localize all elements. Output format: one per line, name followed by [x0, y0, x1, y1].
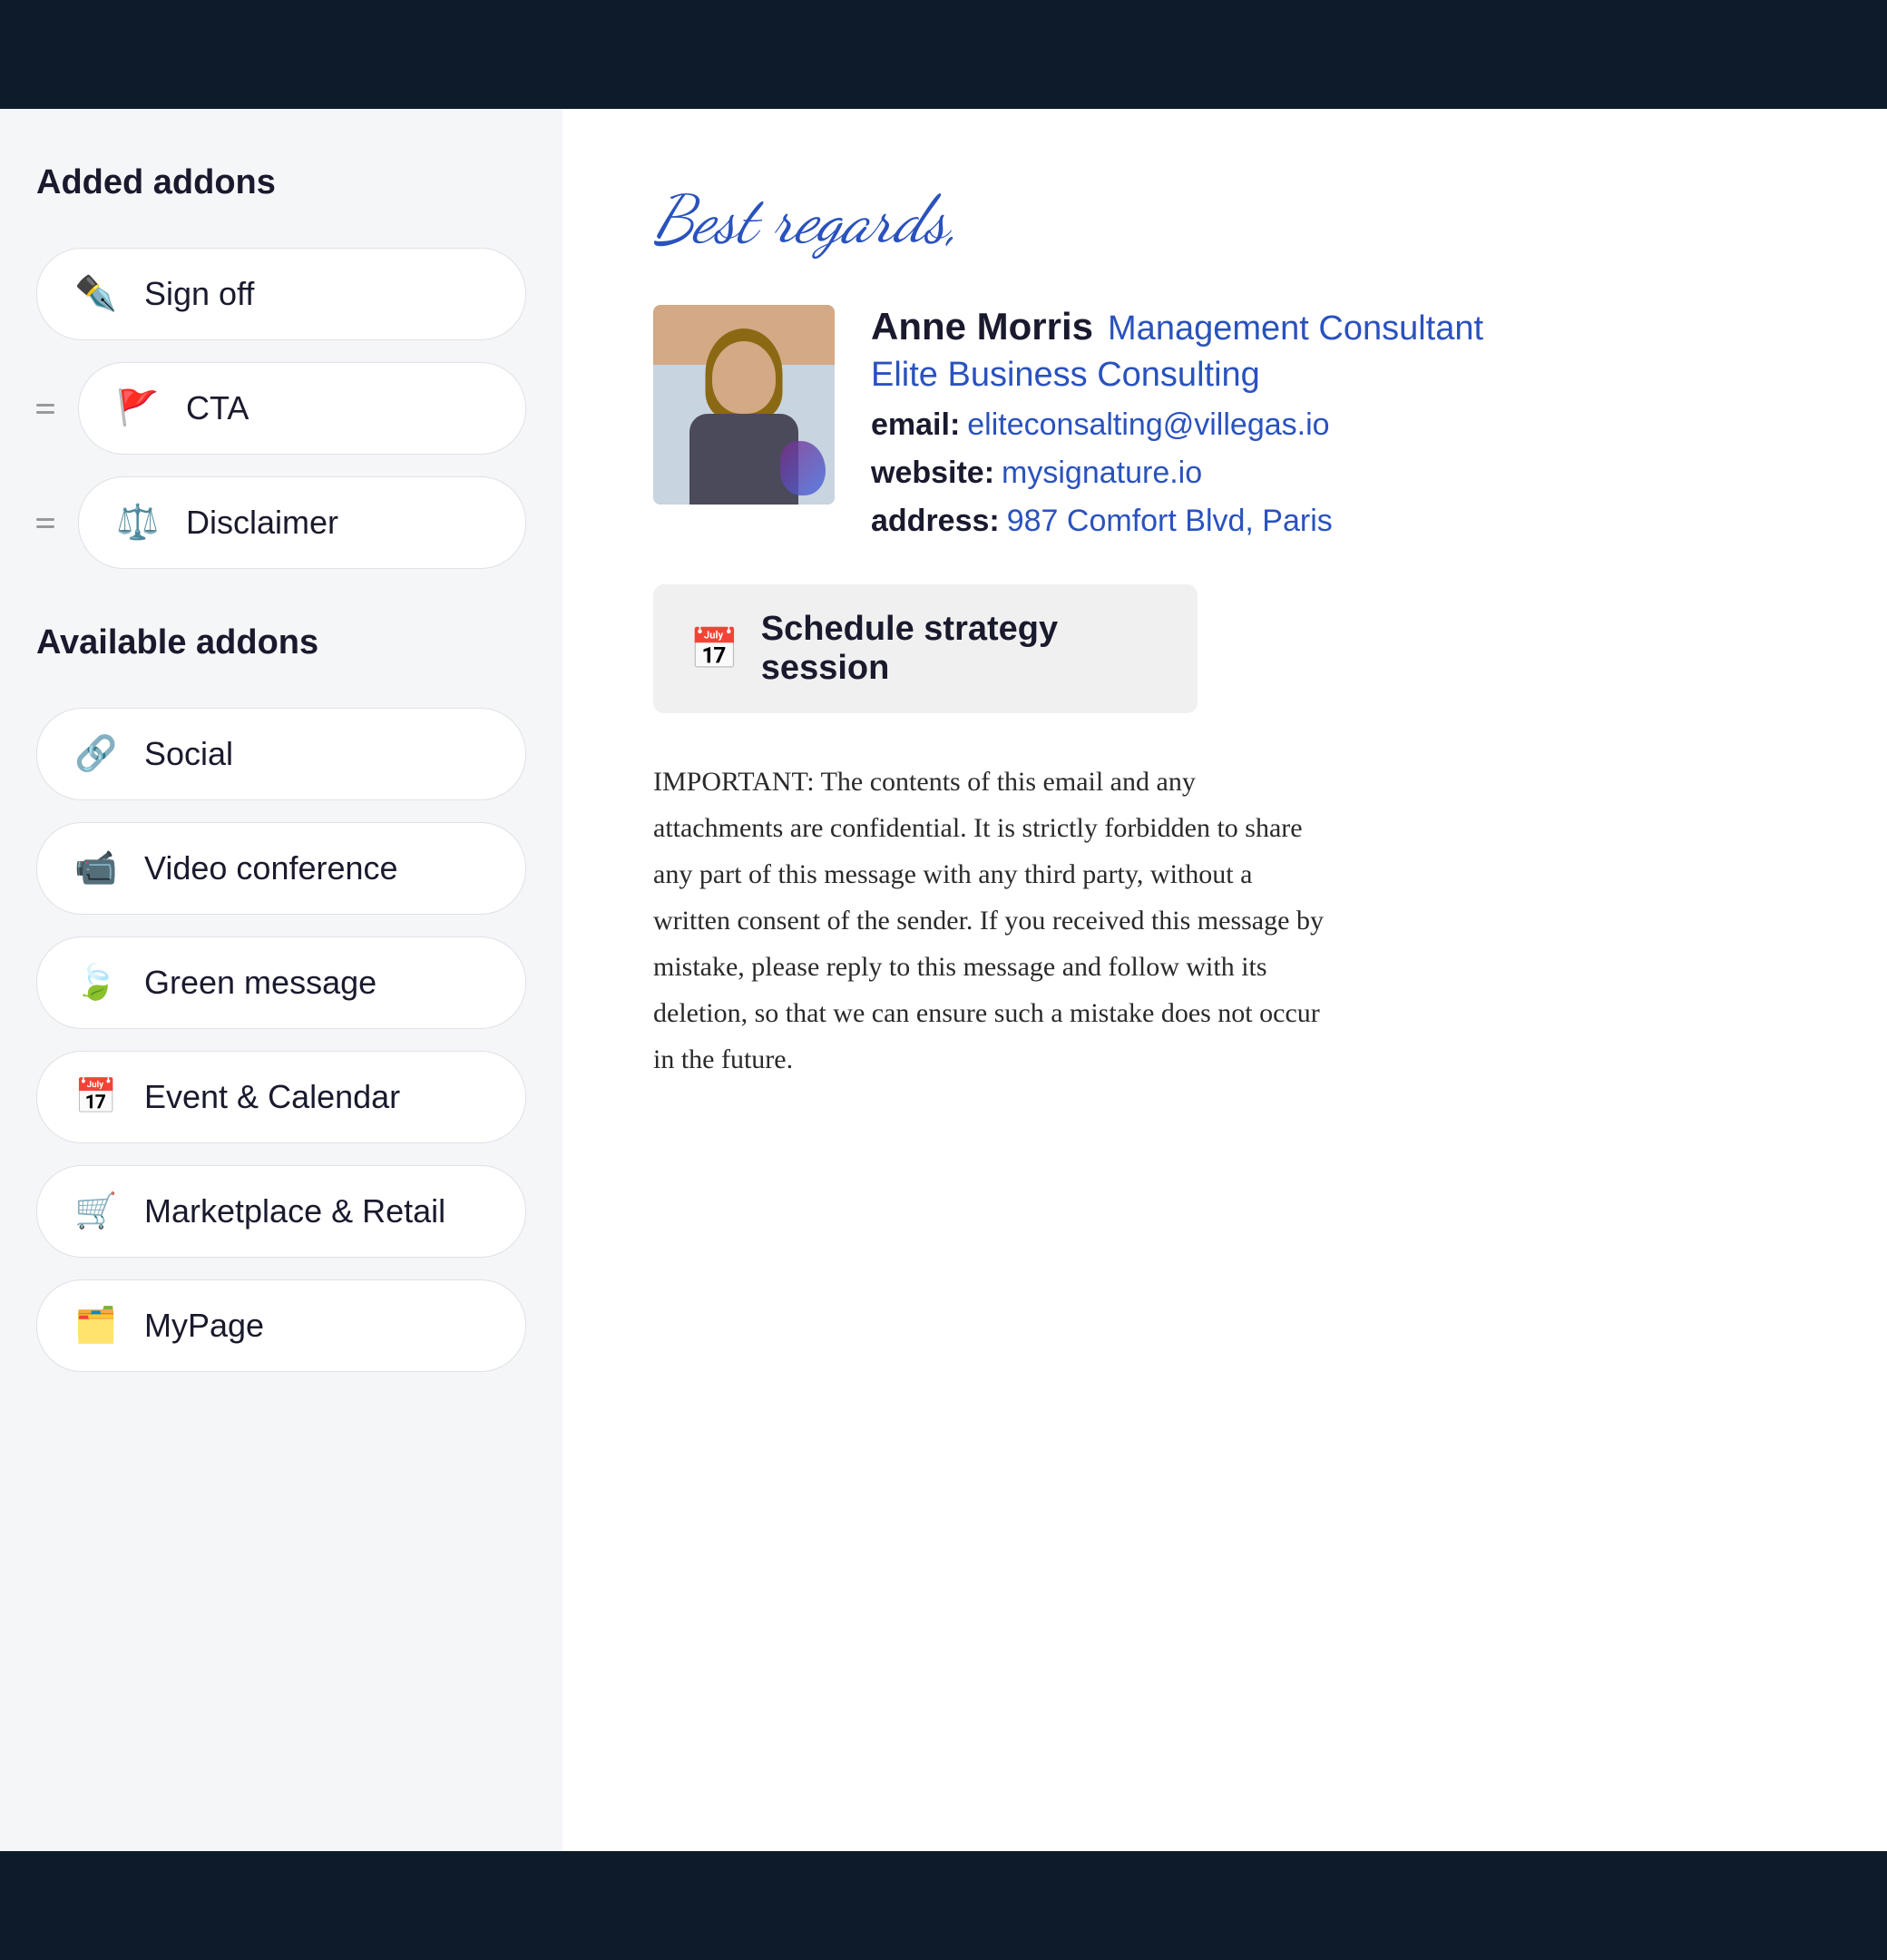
- sig-website-link[interactable]: mysignature.io: [1002, 456, 1202, 491]
- marketplace-retail-label: Marketplace & Retail: [144, 1192, 445, 1230]
- marketplace-retail-icon: 🛒: [73, 1191, 119, 1231]
- disclaimer-icon: ⚖️: [115, 503, 161, 543]
- sig-email-label: email:: [871, 407, 960, 443]
- mypage-icon: 🗂️: [73, 1306, 119, 1346]
- cta-drag-handle[interactable]: [36, 404, 54, 414]
- social-icon: 🔗: [73, 734, 119, 774]
- event-calendar-item[interactable]: 📅 Event & Calendar: [36, 1051, 526, 1143]
- person-figure: [653, 305, 835, 505]
- video-conference-icon: 📹: [73, 848, 119, 888]
- disclaimer-label: Disclaimer: [186, 504, 338, 542]
- social-item[interactable]: 🔗 Social: [36, 708, 526, 800]
- sig-website-row: website: mysignature.io: [871, 456, 1796, 491]
- sig-title: Management Consultant: [1108, 309, 1483, 348]
- disclaimer-text: IMPORTANT: The contents of this email an…: [653, 759, 1325, 1083]
- sig-email-link[interactable]: eliteconsalting@villegas.io: [967, 407, 1329, 443]
- video-conference-label: Video conference: [144, 849, 398, 887]
- cta-calendar-icon: 📅: [689, 625, 739, 672]
- disclaimer-drag-handle[interactable]: [36, 518, 54, 528]
- cta-label: CTA: [186, 389, 249, 427]
- added-addons-title: Added addons: [36, 163, 526, 202]
- sig-address-label: address:: [871, 504, 1000, 539]
- green-message-item[interactable]: 🍃 Green message: [36, 936, 526, 1029]
- marketplace-retail-item[interactable]: 🛒 Marketplace & Retail: [36, 1165, 526, 1258]
- purple-accent: [780, 441, 826, 495]
- sig-company: Elite Business Consulting: [871, 356, 1796, 395]
- sign-off-wrapper: ✒️ Sign off: [36, 248, 526, 340]
- event-calendar-label: Event & Calendar: [144, 1078, 400, 1116]
- cta-button-text: Schedule strategy session: [761, 610, 1161, 688]
- mypage-label: MyPage: [144, 1307, 264, 1345]
- main-area: Added addons ✒️ Sign off 🚩 CTA: [0, 109, 1887, 1851]
- signature-info: Anne Morris Management Consultant Elite …: [871, 305, 1796, 539]
- bottom-bar: [0, 1851, 1887, 1960]
- sig-address-value: 987 Comfort Blvd, Paris: [1007, 504, 1333, 539]
- social-label: Social: [144, 735, 233, 773]
- sign-off-icon: ✒️: [73, 274, 119, 314]
- greeting-text: Best regards,: [653, 181, 1796, 260]
- cta-icon: 🚩: [115, 388, 161, 428]
- top-bar: [0, 0, 1887, 109]
- green-message-icon: 🍃: [73, 963, 119, 1003]
- disclaimer-item[interactable]: ⚖️ Disclaimer: [78, 476, 526, 569]
- added-addons-section: Added addons ✒️ Sign off 🚩 CTA: [36, 163, 526, 569]
- profile-photo: [653, 305, 835, 505]
- cta-item[interactable]: 🚩 CTA: [78, 362, 526, 455]
- sign-off-label: Sign off: [144, 275, 254, 313]
- cta-wrapper: 🚩 CTA: [36, 362, 526, 455]
- available-addons-section: Available addons 🔗 Social 📹 Video confer…: [36, 623, 526, 1372]
- sign-off-item[interactable]: ✒️ Sign off: [36, 248, 526, 340]
- signature-card: Anne Morris Management Consultant Elite …: [653, 305, 1796, 539]
- event-calendar-icon: 📅: [73, 1077, 119, 1117]
- video-conference-item[interactable]: 📹 Video conference: [36, 822, 526, 915]
- sig-email-row: email: eliteconsalting@villegas.io: [871, 407, 1796, 443]
- head-shape: [712, 341, 776, 414]
- left-panel: Added addons ✒️ Sign off 🚩 CTA: [0, 109, 562, 1851]
- mypage-item[interactable]: 🗂️ MyPage: [36, 1279, 526, 1372]
- sig-address-row: address: 987 Comfort Blvd, Paris: [871, 504, 1796, 539]
- available-addons-title: Available addons: [36, 623, 526, 662]
- sig-name: Anne Morris: [871, 305, 1093, 348]
- name-title-row: Anne Morris Management Consultant: [871, 305, 1796, 348]
- sig-website-label: website:: [871, 456, 994, 491]
- cta-button[interactable]: 📅 Schedule strategy session: [653, 584, 1198, 713]
- disclaimer-wrapper: ⚖️ Disclaimer: [36, 476, 526, 569]
- right-panel: Best regards, Anne Morris Management Con…: [562, 109, 1887, 1851]
- green-message-label: Green message: [144, 964, 376, 1002]
